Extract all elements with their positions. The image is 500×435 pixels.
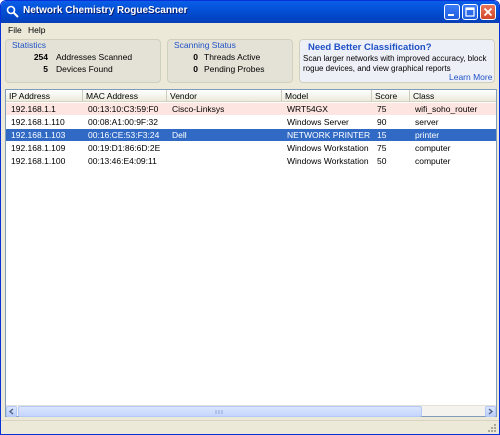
- column-mac-address[interactable]: MAC Address: [83, 90, 167, 102]
- close-button[interactable]: [480, 4, 496, 20]
- cell-class: printer: [415, 130, 440, 140]
- horizontal-scrollbar[interactable]: [6, 405, 496, 417]
- scanning-status-legend: Scanning Status: [174, 40, 236, 50]
- cell-ip: 192.168.1.109: [11, 143, 66, 153]
- maximize-button[interactable]: [462, 4, 478, 20]
- cell-ip: 192.168.1.110: [11, 117, 65, 127]
- column-class[interactable]: Class: [410, 90, 496, 102]
- cell-ip: 192.168.1.1: [11, 104, 56, 114]
- cell-model: Windows Workstation: [287, 156, 369, 166]
- scanning-status-panel: Scanning Status 0 Threads Active 0 Pendi…: [167, 39, 293, 83]
- addresses-scanned-count: 254: [33, 52, 48, 62]
- minimize-button[interactable]: [444, 4, 460, 20]
- app-icon: [6, 5, 19, 18]
- cell-score: 75: [377, 104, 387, 114]
- scrollbar-thumb[interactable]: [18, 406, 422, 417]
- cell-model: NETWORK PRINTER: [287, 130, 371, 140]
- status-bar: [1, 420, 499, 434]
- cell-score: 75: [377, 143, 387, 153]
- cell-class: computer: [415, 156, 451, 166]
- column-ip-address[interactable]: IP Address: [6, 90, 83, 102]
- table-row[interactable]: 192.168.1.1 00:13:10:C3:59:F0 Cisco-Link…: [6, 103, 496, 115]
- cell-ip: 192.168.1.100: [11, 156, 66, 166]
- cell-class: wifi_soho_router: [415, 104, 478, 114]
- device-list[interactable]: IP Address MAC Address Vendor Model Scor…: [5, 89, 497, 417]
- scroll-left-button[interactable]: [6, 406, 17, 417]
- cell-score: 15: [377, 130, 387, 140]
- cell-vendor: Dell: [172, 130, 187, 140]
- cell-score: 50: [377, 156, 387, 166]
- cell-vendor: [169, 155, 281, 167]
- threads-active-count: 0: [193, 52, 198, 62]
- column-model[interactable]: Model: [282, 90, 372, 102]
- maximize-icon: [465, 7, 475, 17]
- statistics-panel: Statistics 254 Addresses Scanned 5 Devic…: [5, 39, 161, 83]
- menu-bar: File Help: [1, 23, 499, 37]
- cell-vendor: Cisco-Linksys: [172, 104, 225, 114]
- cell-mac: 00:19:D1:86:6D:2E: [88, 143, 161, 153]
- promo-title: Need Better Classification?: [308, 42, 432, 53]
- column-vendor[interactable]: Vendor: [167, 90, 282, 102]
- upgrade-promo-panel: Need Better Classification? Scan larger …: [299, 39, 495, 83]
- title-bar[interactable]: Network Chemistry RogueScanner: [1, 1, 499, 23]
- scroll-right-icon: [488, 408, 494, 415]
- size-grip-icon[interactable]: [487, 423, 497, 433]
- devices-found-label: Devices Found: [56, 64, 113, 74]
- table-row-selected[interactable]: 192.168.1.103 00:16:CE:53:F3:24 Dell NET…: [6, 129, 496, 141]
- cell-class: computer: [415, 143, 451, 153]
- addresses-scanned-label: Addresses Scanned: [56, 52, 133, 62]
- cell-mac: 00:13:10:C3:59:F0: [88, 104, 159, 114]
- pending-probes-label: Pending Probes: [204, 64, 265, 74]
- menu-file[interactable]: File: [8, 25, 22, 35]
- cell-vendor: [169, 116, 281, 128]
- cell-score: 90: [377, 117, 387, 127]
- cell-mac: 00:16:CE:53:F3:24: [88, 130, 160, 140]
- menu-help[interactable]: Help: [28, 25, 45, 35]
- cell-model: Windows Workstation: [287, 143, 369, 153]
- cell-mac: 00:13:46:E4:09:11: [88, 156, 157, 166]
- promo-text: Scan larger networks with improved accur…: [303, 54, 487, 73]
- scrollbar-grip-icon: [215, 410, 223, 414]
- pending-probes-count: 0: [193, 64, 198, 74]
- cell-mac: 00:08:A1:00:9F:32: [88, 117, 158, 127]
- table-row[interactable]: 192.168.1.110 00:08:A1:00:9F:32 Windows …: [6, 116, 496, 128]
- window-title: Network Chemistry RogueScanner: [23, 5, 188, 16]
- cell-model: Windows Server: [287, 117, 349, 127]
- devices-found-count: 5: [43, 64, 48, 74]
- app-window: Network Chemistry RogueScanner File Help…: [0, 0, 500, 435]
- close-icon: [483, 7, 493, 17]
- scroll-left-icon: [8, 408, 14, 415]
- cell-vendor: [169, 142, 281, 154]
- learn-more-link[interactable]: Learn More: [449, 72, 492, 82]
- threads-active-label: Threads Active: [204, 52, 261, 62]
- statistics-legend: Statistics: [12, 40, 47, 50]
- column-score[interactable]: Score: [372, 90, 410, 102]
- minimize-icon: [448, 14, 454, 16]
- scroll-right-button[interactable]: [485, 406, 496, 417]
- table-row[interactable]: 192.168.1.100 00:13:46:E4:09:11 Windows …: [6, 155, 496, 167]
- device-list-header: IP Address MAC Address Vendor Model Scor…: [6, 90, 496, 102]
- table-row[interactable]: 192.168.1.109 00:19:D1:86:6D:2E Windows …: [6, 142, 496, 154]
- cell-class: server: [415, 117, 439, 127]
- cell-ip: 192.168.1.103: [11, 130, 66, 140]
- cell-model: WRT54GX: [287, 104, 328, 114]
